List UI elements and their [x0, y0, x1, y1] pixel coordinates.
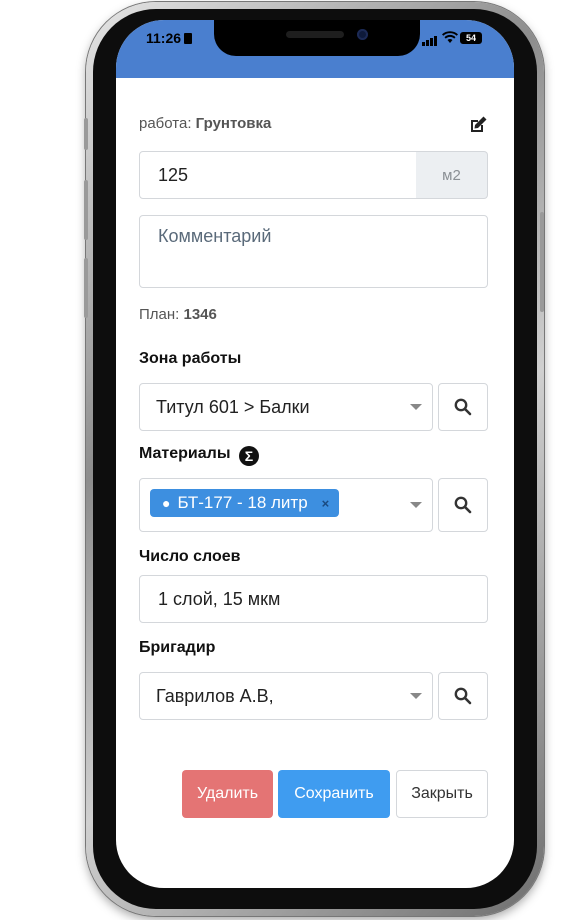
plan-value: 1346	[183, 306, 217, 323]
foreman-select[interactable]: Гаврилов А.В,	[139, 672, 433, 720]
comment-textarea[interactable]: Комментарий	[139, 215, 488, 288]
silent-switch	[84, 118, 88, 150]
quantity-input[interactable]: 125	[139, 151, 417, 199]
quantity-value: 125	[158, 164, 189, 185]
zone-value: Титул 601 > Балки	[156, 396, 310, 417]
save-button[interactable]: Сохранить	[278, 770, 390, 818]
chevron-down-icon	[410, 693, 422, 699]
foreman-search-button[interactable]	[438, 672, 488, 720]
close-button[interactable]: Закрыть	[396, 770, 488, 818]
comment-placeholder: Комментарий	[158, 226, 272, 246]
status-bar: 11:26 54	[116, 20, 514, 78]
chevron-down-icon	[410, 502, 422, 508]
delete-button[interactable]: Удалить	[182, 770, 273, 818]
search-icon	[454, 496, 472, 514]
volume-up-button	[84, 180, 88, 240]
battery-icon: 54	[460, 32, 482, 44]
work-name: Грунтовка	[195, 115, 272, 132]
material-chip-label: БТ-177 - 18 литр	[177, 493, 308, 512]
power-button	[540, 212, 544, 312]
search-icon	[454, 398, 472, 416]
zone-label: Зона работы	[139, 350, 242, 367]
materials-search-button[interactable]	[438, 478, 488, 532]
status-time: 11:26	[146, 30, 193, 46]
edit-icon[interactable]	[468, 115, 488, 135]
sim-icon	[184, 33, 193, 44]
work-prefix: работа:	[139, 115, 192, 132]
zone-select[interactable]: Титул 601 > Балки	[139, 383, 433, 431]
notch	[214, 20, 420, 56]
chip-remove-icon[interactable]: ×	[322, 496, 330, 511]
sigma-icon[interactable]: Σ	[238, 446, 259, 466]
materials-select[interactable]: ● БТ-177 - 18 литр ×	[139, 478, 433, 532]
layers-input[interactable]: 1 слой, 15 мкм	[139, 575, 488, 623]
chip-bullet: ●	[162, 495, 171, 511]
chevron-down-icon	[410, 404, 422, 410]
volume-down-button	[84, 258, 88, 318]
materials-label: Материалы Σ	[139, 445, 259, 466]
plan-info: План: 1346	[139, 306, 217, 323]
screen: 11:26 54 работа: Грунтовка 125 м2 Коммен…	[116, 20, 514, 888]
zone-search-button[interactable]	[438, 383, 488, 431]
work-title: работа: Грунтовка	[139, 115, 271, 132]
foreman-label: Бригадир	[139, 639, 216, 656]
plan-prefix: План:	[139, 306, 180, 323]
material-chip[interactable]: ● БТ-177 - 18 литр ×	[150, 489, 340, 517]
quantity-unit: м2	[416, 151, 488, 199]
layers-label: Число слоев	[139, 548, 241, 565]
speaker	[286, 31, 344, 38]
wifi-icon	[442, 31, 458, 47]
camera-icon	[357, 29, 368, 40]
search-icon	[454, 687, 472, 705]
layers-value: 1 слой, 15 мкм	[158, 588, 281, 609]
foreman-value: Гаврилов А.В,	[156, 685, 274, 706]
